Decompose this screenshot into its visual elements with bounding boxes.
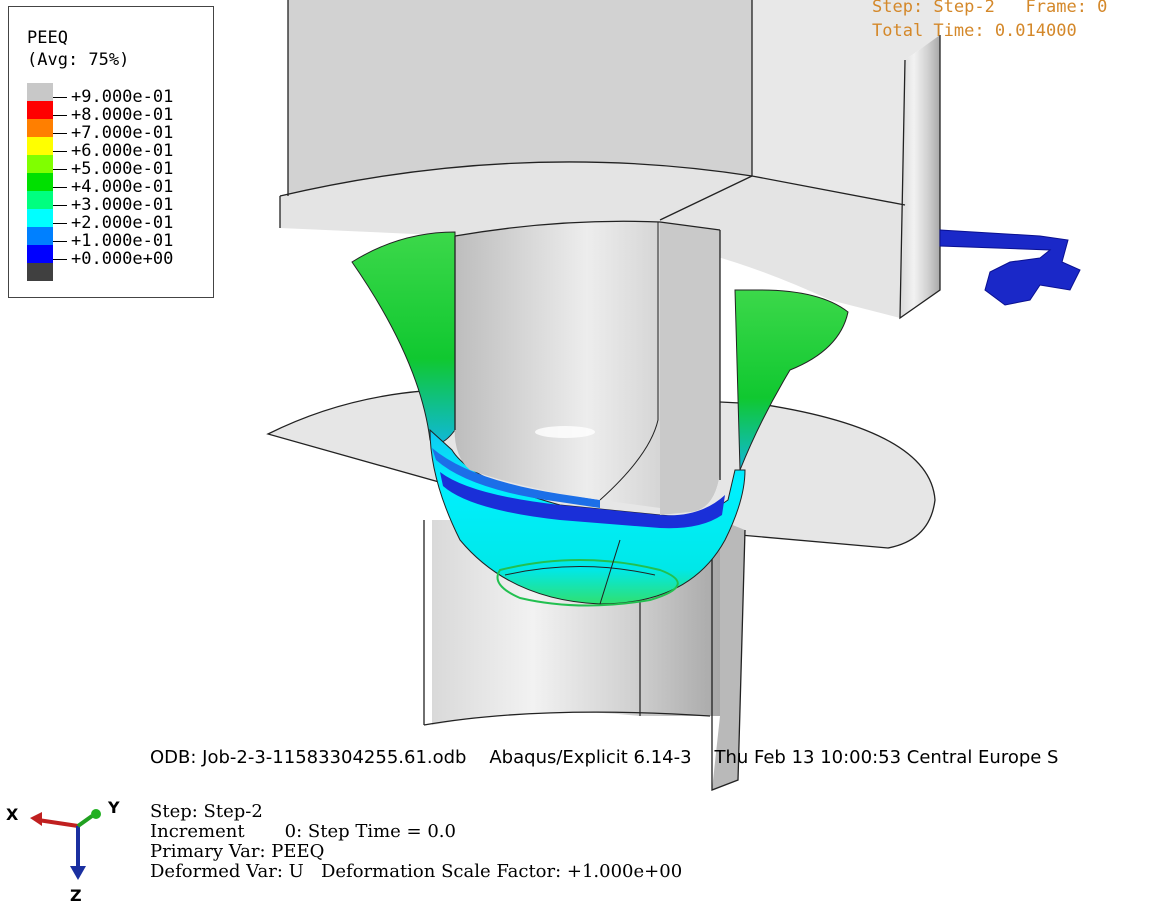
total-time-label: Total Time: 0.014000	[872, 21, 1077, 41]
legend-swatch	[27, 263, 53, 281]
legend-tick	[53, 151, 67, 152]
legend-tick	[53, 187, 67, 188]
step-frame-label: Step: Step-2 Frame: 0	[872, 0, 1108, 17]
axis-y-label: Y	[108, 798, 120, 817]
primary-var-label: Primary Var: PEEQ	[150, 841, 325, 862]
legend-value-label: +0.000e+00	[71, 249, 174, 269]
odb-info-line: ODB: Job-2-3-11583304255.61.odb Abaqus/E…	[150, 747, 1059, 768]
legend-tick	[53, 97, 67, 98]
legend-swatch	[27, 137, 53, 155]
step-label: Step: Step-2	[150, 801, 263, 822]
legend-swatch	[27, 119, 53, 137]
legend-value-label: +3.000e-01	[71, 195, 174, 215]
legend-tick	[53, 241, 67, 242]
legend-value-label: +6.000e-01	[71, 141, 174, 161]
legend-swatch	[27, 245, 53, 263]
punch	[454, 220, 721, 515]
legend-swatch	[27, 101, 53, 119]
deformed-var-label: Deformed Var: U Deformation Scale Factor…	[150, 861, 683, 882]
legend-value-label: +4.000e-01	[71, 177, 174, 197]
legend-subtitle: (Avg: 75%)	[27, 50, 130, 70]
legend-tick	[53, 205, 67, 206]
legend-swatch	[27, 209, 53, 227]
legend-tick	[53, 133, 67, 134]
legend-swatch	[27, 155, 53, 173]
legend-tick	[53, 223, 67, 224]
legend-swatch	[27, 227, 53, 245]
axis-z-label: Z	[70, 886, 82, 905]
legend-value-label: +5.000e-01	[71, 159, 174, 179]
legend-value-label: +1.000e-01	[71, 231, 174, 251]
legend-title: PEEQ	[27, 28, 68, 48]
legend-value-label: +9.000e-01	[71, 87, 174, 107]
legend-tick	[53, 115, 67, 116]
increment-label: Increment 0: Step Time = 0.0	[150, 821, 456, 842]
axis-x-label: X	[6, 805, 19, 824]
legend-swatch	[27, 83, 53, 101]
legend-swatch	[27, 191, 53, 209]
blue-clamp-part	[939, 229, 1081, 306]
legend-swatch	[27, 173, 53, 191]
legend-value-label: +8.000e-01	[71, 105, 174, 125]
legend-tick	[53, 169, 67, 170]
legend-value-label: +2.000e-01	[71, 213, 174, 233]
legend-value-label: +7.000e-01	[71, 123, 174, 143]
contour-legend: PEEQ (Avg: 75%) +9.000e-01 +8.000e-01 +7.0…	[8, 6, 214, 298]
legend-tick	[53, 259, 67, 260]
